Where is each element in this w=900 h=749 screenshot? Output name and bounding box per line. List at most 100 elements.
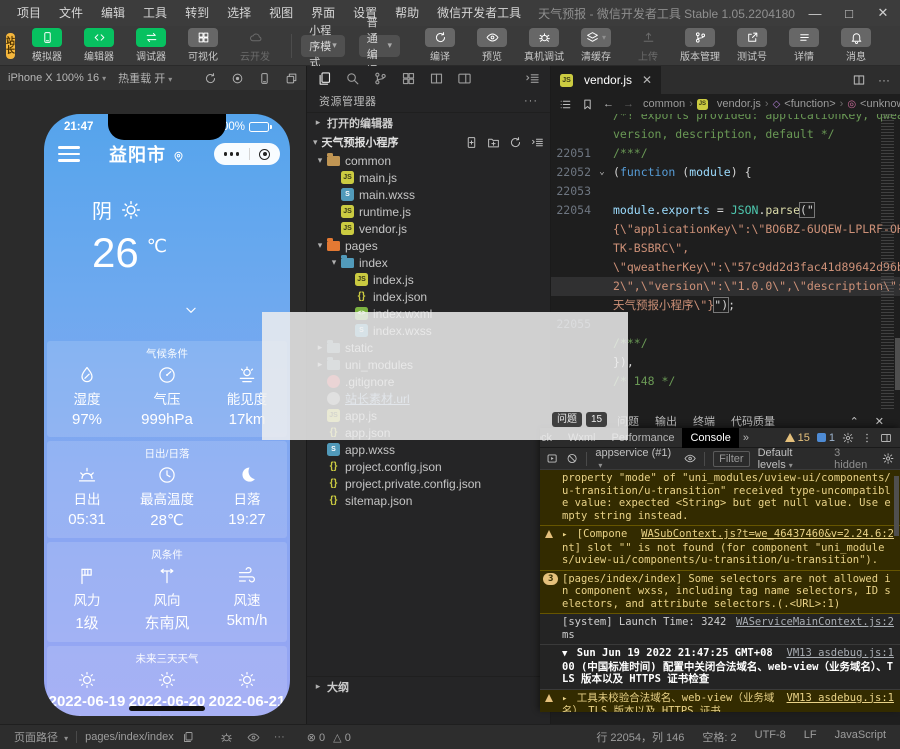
problem-counts[interactable]: ⊗ 0 △ 0 (307, 731, 351, 744)
phone-icon[interactable] (258, 72, 271, 85)
console-info-count[interactable]: 1 (817, 432, 835, 444)
toolbar-button-bug[interactable]: 真机调试 (518, 28, 570, 63)
minimap[interactable] (881, 114, 894, 458)
toolbar-button-grid[interactable]: 可视化 (177, 28, 229, 63)
device-select[interactable]: iPhone X 100% 16▾ (8, 72, 106, 84)
project-root-row[interactable]: ▾ 天气预报小程序 (307, 132, 550, 152)
open-editors-section[interactable]: ▸ 打开的编辑器 (307, 112, 550, 132)
menu-item[interactable]: 视图 (260, 0, 302, 26)
breadcrumb-item[interactable]: ◇<function> (773, 98, 836, 110)
breadcrumb-item[interactable]: ◎<unknown> (847, 98, 900, 110)
refresh-icon[interactable] (204, 72, 217, 85)
hot-reload-select[interactable]: 热重载 开▾ (118, 70, 172, 86)
source-link[interactable]: VM13 asdebug.js:1 (787, 692, 894, 705)
console-message[interactable]: VM13 asdebug.js:1 ▸ 工具未校验合法域名、web-view（业… (540, 690, 900, 713)
expand-chevron[interactable] (92, 302, 290, 317)
tree-item[interactable]: JS index.js (307, 271, 550, 288)
statusbar-item[interactable]: UTF-8 (755, 729, 786, 745)
statusbar-item[interactable]: LF (804, 729, 817, 745)
console-message[interactable]: WAServiceMainContext.js:2 [system] Launc… (540, 614, 900, 645)
close-button[interactable]: ✕ (866, 0, 900, 26)
exit-icon[interactable] (259, 149, 270, 160)
collapse-all-icon[interactable] (531, 136, 544, 149)
capsule-button[interactable] (214, 143, 280, 165)
toolbar-button-eye[interactable]: 预览 (466, 28, 518, 63)
statusbar-item[interactable]: 行 22054，列 146 (596, 729, 684, 745)
bug-icon[interactable] (220, 731, 233, 744)
more-tabs-icon[interactable]: » (739, 432, 753, 444)
more-icon[interactable]: ··· (274, 731, 285, 744)
tree-item[interactable]: S main.wxss (307, 186, 550, 203)
tree-item[interactable]: ▾ common (307, 152, 550, 169)
city-title[interactable]: 益阳市 (80, 141, 214, 167)
back-icon[interactable]: ← (603, 98, 614, 110)
console-message[interactable]: VM13 asdebug.js:1 ▼ Sun Jun 19 2022 21:4… (540, 645, 900, 690)
refresh-icon[interactable] (509, 136, 522, 149)
toolbar-button-branch[interactable]: 版本管理 (674, 28, 726, 63)
menu-item[interactable]: 项目 (8, 0, 50, 26)
expand-icon[interactable]: ▸ (562, 694, 567, 704)
clear-console-icon[interactable] (566, 452, 578, 465)
toolbar-button-refresh[interactable]: 编译 (414, 28, 466, 63)
collapse-panel-icon[interactable]: ⌃ (850, 415, 859, 428)
menu-item[interactable]: 编辑 (92, 0, 134, 26)
tree-item[interactable]: {} index.json (307, 288, 550, 305)
play-icon[interactable] (546, 452, 558, 465)
more-icon[interactable] (224, 152, 240, 156)
expand-icon[interactable]: ▼ (562, 649, 567, 659)
tree-item[interactable]: ▾ index (307, 254, 550, 271)
tree-item[interactable]: {} sitemap.json (307, 492, 550, 509)
new-file-icon[interactable] (465, 136, 478, 149)
tree-item[interactable]: JS vendor.js (307, 220, 550, 237)
tree-item[interactable]: JS runtime.js (307, 203, 550, 220)
menu-item[interactable]: 文件 (50, 0, 92, 26)
toolbar-button-upload[interactable]: 上传 (622, 28, 674, 63)
console-scrollbar[interactable] (894, 476, 899, 536)
statusbar-item[interactable]: JavaScript (835, 729, 886, 745)
split-editor-icon[interactable] (852, 73, 866, 87)
tree-item[interactable]: JS main.js (307, 169, 550, 186)
filter-input[interactable]: Filter (713, 451, 749, 467)
close-icon[interactable]: ✕ (642, 73, 652, 87)
outline-icon[interactable] (559, 98, 572, 111)
windows-icon[interactable] (285, 72, 298, 85)
breadcrumb-item[interactable]: common (643, 98, 685, 110)
forward-icon[interactable]: → (623, 98, 634, 110)
toolbar-button-phone[interactable]: 模拟器 (21, 28, 73, 63)
collapse-sidebar-icon[interactable] (525, 71, 540, 86)
tree-item[interactable]: ▾ pages (307, 237, 550, 254)
copy-icon[interactable] (182, 731, 194, 743)
console-message[interactable]: property "mode" of "uni_modules/uview-ui… (540, 470, 900, 526)
eye-icon[interactable] (684, 452, 696, 465)
menu-item[interactable]: 微信开发者工具 (428, 0, 530, 26)
expand-icon[interactable]: ▸ (562, 530, 567, 540)
menu-icon[interactable] (58, 142, 80, 166)
context-select[interactable]: appservice (#1) ▾ (595, 447, 676, 471)
statusbar-item[interactable]: 空格: 2 (702, 729, 736, 745)
tree-item[interactable]: S app.wxss (307, 441, 550, 458)
page-path-select[interactable]: 页面路径 ▾ (14, 729, 68, 745)
toolbar-button-code[interactable]: 编辑器 (73, 28, 125, 63)
search-icon[interactable] (345, 71, 360, 86)
toolbar-button-lines[interactable]: 详情 (778, 28, 830, 63)
files-icon[interactable] (317, 71, 332, 86)
more-icon[interactable]: ··· (878, 73, 890, 87)
mode-select[interactable]: 小程序模式▾ (301, 35, 345, 57)
tree-item[interactable]: {} project.config.json (307, 458, 550, 475)
close-panel-icon[interactable]: ✕ (875, 415, 884, 428)
menu-item[interactable]: 工具 (134, 0, 176, 26)
fold-icon[interactable]: ⌄ (595, 163, 609, 182)
toolbar-button-swap[interactable]: 调试器 (125, 28, 177, 63)
breadcrumb-item[interactable]: JSvendor.js (697, 98, 761, 110)
toolbar-button-layers[interactable]: ▾ 清缓存 (570, 28, 622, 63)
tree-item[interactable]: {} project.private.config.json (307, 475, 550, 492)
debugger-tab-console[interactable]: Console (682, 428, 738, 448)
source-link[interactable]: WASubContext.js?t=we_46437460&v=2.24.6:2 (641, 528, 894, 541)
toolbar-button-external[interactable]: 测试号 (726, 28, 778, 63)
menu-item[interactable]: 转到 (176, 0, 218, 26)
console-message[interactable]: WASubContext.js?t=we_46437460&v=2.24.6:2… (540, 526, 900, 571)
console-message[interactable]: 3 [pages/index/index] Some selectors are… (540, 571, 900, 615)
maximize-button[interactable]: □ (832, 0, 866, 26)
gear-icon[interactable] (882, 452, 894, 465)
console-warning-count[interactable]: 15 (785, 432, 810, 444)
